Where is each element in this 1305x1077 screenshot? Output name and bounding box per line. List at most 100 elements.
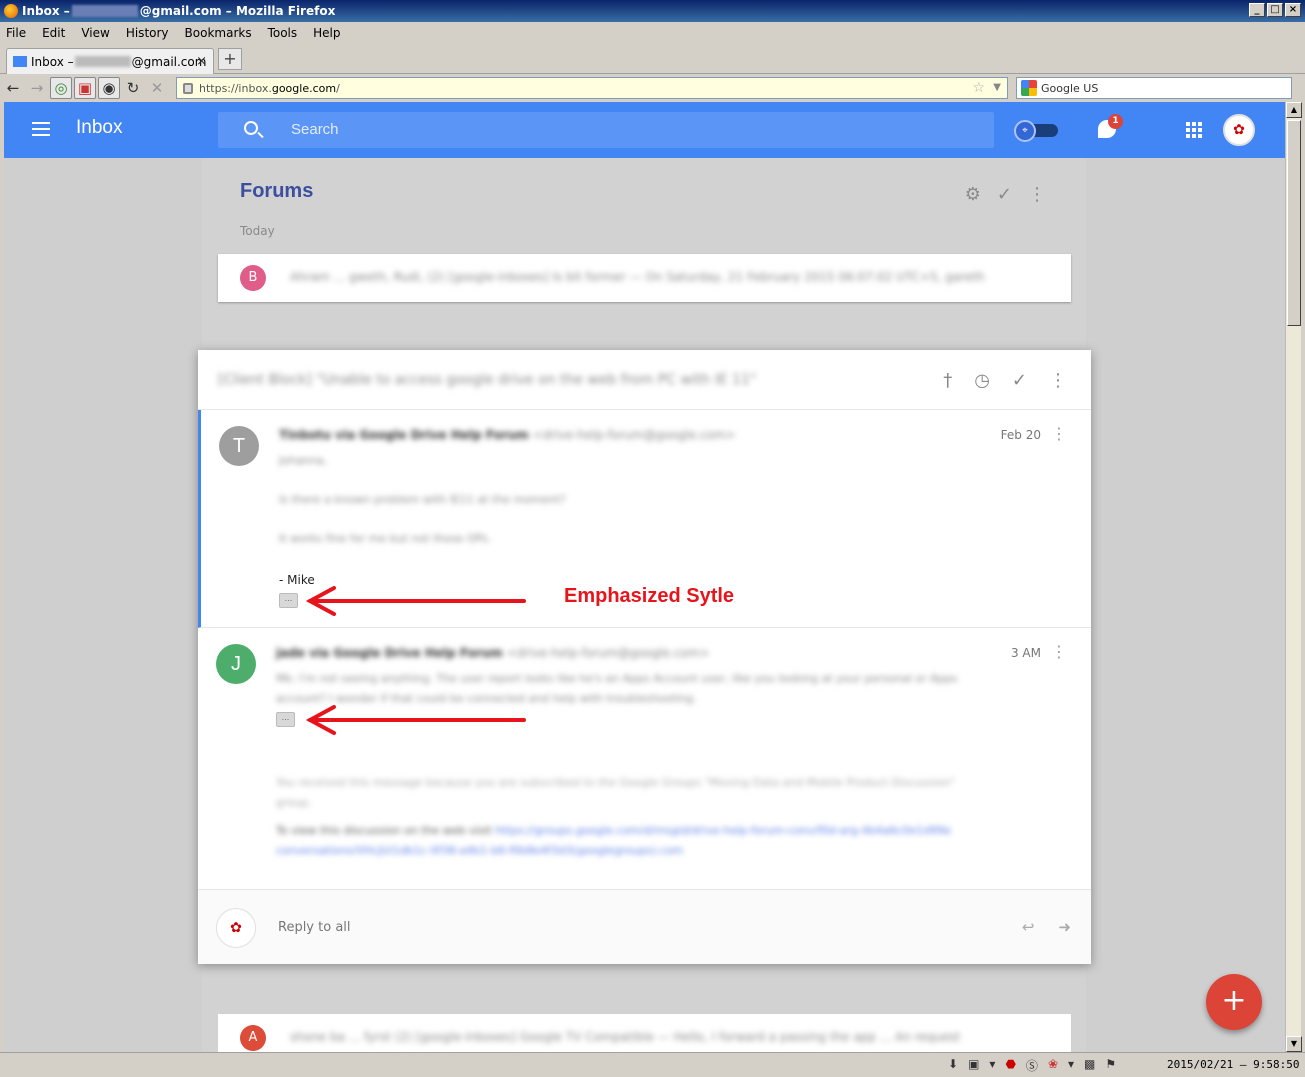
compose-button[interactable]: + (1206, 974, 1262, 1030)
tab-inbox[interactable]: Inbox – @gmail.com × (6, 48, 214, 74)
expanded-thread: [Client Block] "Unable to access google … (198, 350, 1091, 964)
menu-hamburger-icon[interactable] (32, 122, 50, 136)
new-tab-button[interactable]: + (218, 48, 242, 70)
page-scrollbar[interactable]: ▲ ▼ (1285, 102, 1302, 1052)
menu-view[interactable]: View (81, 26, 109, 40)
sender-line: Tinbotu via Google Drive Help Forum <dri… (279, 428, 736, 442)
download-icon[interactable]: ⬇ (948, 1057, 958, 1074)
reply-icon[interactable]: ↩ (1022, 918, 1035, 936)
scroll-thumb[interactable] (1287, 120, 1301, 326)
discussion-link[interactable]: conversations/VHcJUi1db1c-0f38-a4b1-b6-f… (276, 844, 683, 857)
thread-header: [Client Block] "Unable to access google … (198, 350, 1091, 410)
list-item[interactable]: B Ahram ... gweth, Rudi, (2) [google-inb… (218, 254, 1071, 302)
message-line: Johanna, (279, 454, 327, 467)
url-bar[interactable]: https://inbox. google.com / ☆ ▼ (176, 77, 1008, 99)
tab-close-icon[interactable]: × (196, 54, 207, 69)
sender-detail: <drive-help-forum@google.com> (506, 646, 710, 660)
puzzle-icon[interactable]: ❀ (1048, 1057, 1058, 1074)
search-engine-box[interactable]: Google US (1016, 77, 1292, 99)
done-check-icon[interactable]: ✓ (1012, 370, 1027, 391)
bookmark-star-icon[interactable]: ☆ (972, 80, 985, 96)
sender-avatar: T (219, 426, 259, 466)
dropdown-icon[interactable]: ▾ (989, 1057, 995, 1074)
back-arrow-icon[interactable]: ← (2, 77, 24, 99)
url-prefix: https://inbox. (199, 81, 272, 95)
search-input[interactable]: Search (218, 112, 994, 148)
url-suffix: / (336, 81, 340, 95)
list-item[interactable]: A shone ba ... fyrst (2) [google-inboxes… (218, 1014, 1071, 1052)
reply-bar[interactable]: ✿ Reply to all ↩ ➜ (198, 890, 1091, 964)
status-clock: 2015/02/21 – 9:58:50 (1167, 1058, 1300, 1071)
eye-addon-icon[interactable]: ◉ (98, 77, 120, 99)
url-dropdown-icon[interactable]: ▼ (993, 82, 1001, 93)
forward-icon[interactable]: ➜ (1058, 918, 1071, 936)
list-item-summary: Ahram ... gweth, Rudi, (2) [google-inbox… (290, 270, 985, 284)
more-vert-icon[interactable]: ⋮ (1051, 642, 1067, 661)
message-line: account? I wonder if that could be conne… (276, 692, 697, 705)
redacted-tab-address (74, 56, 131, 67)
menu-history[interactable]: History (126, 26, 169, 40)
close-window-button[interactable]: × (1285, 3, 1301, 17)
show-trimmed-button[interactable]: ... (279, 593, 298, 608)
view-text: To view this discussion on the web visit (276, 824, 492, 837)
more-vert-icon[interactable]: ⋮ (1051, 424, 1067, 443)
adblock-icon[interactable]: ⬣ (1005, 1057, 1015, 1074)
apps-grid-icon[interactable] (1186, 122, 1202, 138)
scroll-down-icon[interactable]: ▼ (1286, 1036, 1302, 1052)
tab-title-prefix: Inbox – (31, 54, 74, 69)
annotation-label: Emphasized Sytle (564, 585, 735, 607)
pinned-toggle[interactable]: ⌖ (1014, 120, 1060, 142)
dropdown-icon[interactable]: ▾ (1068, 1057, 1074, 1074)
sender-detail: <drive-help-forum@google.com> (532, 428, 736, 442)
firefox-icon (4, 4, 18, 18)
menu-help[interactable]: Help (313, 26, 340, 40)
globe-addon-icon[interactable]: ◎ (50, 77, 72, 99)
sender-avatar: J (216, 644, 256, 684)
sender-name: jade via Google Drive Help Forum (276, 646, 503, 660)
message-signature: - Mike (279, 573, 315, 587)
s3-addon-icon[interactable]: Ⓢ (1026, 1057, 1038, 1074)
menu-file[interactable]: File (6, 26, 26, 40)
sender-avatar: B (240, 265, 266, 291)
thread-actions: † ◷ ✓ ⋮ (943, 370, 1067, 391)
list-item-summary: shone ba ... fyrst (2) [google-inboxes] … (290, 1030, 961, 1044)
bundle-actions: ⚙ ✓ ⋮ (965, 184, 1046, 205)
section-label: Today (240, 224, 275, 238)
snooze-clock-icon[interactable]: ◷ (974, 370, 990, 391)
reload-icon[interactable]: ↻ (122, 77, 144, 99)
menu-edit[interactable]: Edit (42, 26, 65, 40)
pin-icon: ⌖ (1014, 120, 1036, 142)
message-footer-view: To view this discussion on the web visit… (276, 824, 951, 837)
discussion-link[interactable]: https://groups.google.com/d/msgid/drive-… (495, 824, 951, 837)
blocker-addon-icon[interactable]: ▣ (74, 77, 96, 99)
pin-icon[interactable]: † (943, 370, 952, 391)
sender-avatar: A (240, 1025, 266, 1051)
message-date: Feb 20 (1000, 428, 1041, 442)
google-engine-icon (1021, 80, 1037, 96)
sweep-done-icon[interactable]: ✓ (997, 184, 1012, 205)
maximize-button[interactable]: □ (1267, 3, 1283, 17)
more-vert-icon[interactable]: ⋮ (1049, 370, 1067, 391)
minimize-button[interactable]: _ (1249, 3, 1265, 17)
more-vert-icon[interactable]: ⋮ (1028, 184, 1046, 205)
stop-icon[interactable]: ✕ (146, 77, 168, 99)
sender-name: Tinbotu via Google Drive Help Forum (279, 428, 529, 442)
window-title-prefix: Inbox – (22, 4, 70, 18)
gear-icon[interactable]: ⚙ (965, 184, 981, 205)
redacted-address (71, 5, 138, 17)
message-footer: group. (276, 796, 312, 809)
scroll-up-icon[interactable]: ▲ (1286, 102, 1302, 118)
menu-tools[interactable]: Tools (268, 26, 298, 40)
message-line: It works fine for me but not those OPs. (279, 532, 492, 545)
forward-arrow-icon[interactable]: → (26, 77, 48, 99)
notification-badge: 1 (1108, 114, 1123, 129)
s-addon-icon[interactable]: ▩ (1084, 1057, 1095, 1074)
show-trimmed-button[interactable]: ... (276, 712, 295, 727)
page-viewport: Inbox Search ⌖ 1 ✿ Forums ⚙ ✓ ⋮ Today B … (4, 102, 1285, 1052)
account-avatar[interactable]: ✿ (1223, 114, 1255, 146)
reply-to-all[interactable]: Reply to all (278, 920, 351, 935)
search-icon (244, 121, 258, 135)
menu-bookmarks[interactable]: Bookmarks (185, 26, 252, 40)
flag-icon[interactable]: ⚑ (1105, 1057, 1116, 1074)
camera-icon[interactable]: ▣ (968, 1057, 979, 1074)
